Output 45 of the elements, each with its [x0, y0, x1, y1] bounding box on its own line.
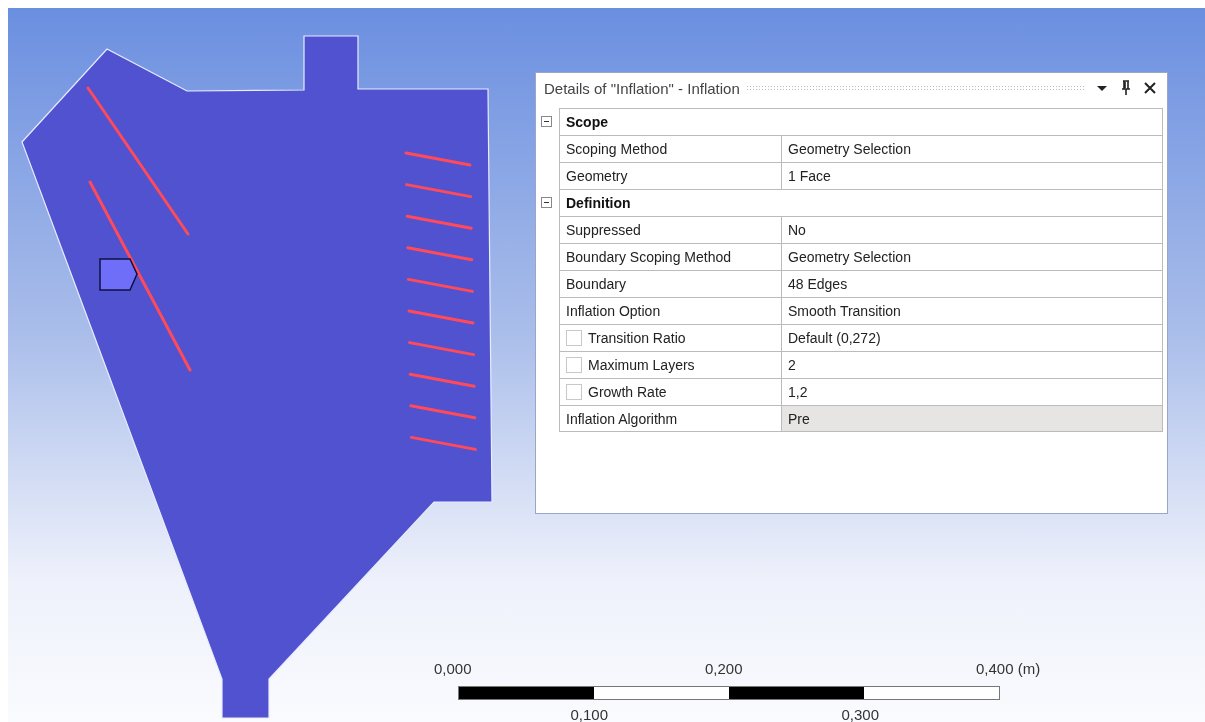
edge-line [404, 151, 472, 167]
scale-label: 0,400 (m) [976, 660, 1041, 677]
edge-line [406, 246, 474, 262]
pin-icon[interactable] [1119, 80, 1133, 96]
close-icon[interactable] [1143, 81, 1157, 95]
property-value: Geometry Selection [781, 135, 1163, 162]
edge-line [408, 372, 476, 388]
property-value: No [781, 216, 1163, 243]
property-value: 1 Face [781, 162, 1163, 189]
edge-line [405, 214, 473, 230]
scale-label: 0,300 [841, 706, 880, 722]
scale-label: 0,000 [434, 660, 472, 677]
edge-line [405, 183, 473, 199]
checkbox[interactable] [566, 330, 582, 346]
edge-line [407, 309, 475, 325]
collapse-icon[interactable] [541, 197, 552, 208]
property-value: Default (0,272) [781, 324, 1163, 351]
edge-line [408, 341, 476, 357]
scale-label: 0,100 [570, 706, 609, 722]
property-name: Inflation Algorithm [559, 405, 781, 432]
property-name: Geometry [559, 162, 781, 189]
property-value: Pre [781, 405, 1163, 432]
property-name: Suppressed [559, 216, 781, 243]
property-name: Boundary [559, 270, 781, 297]
collapse-icon[interactable] [541, 116, 552, 127]
property-name: Scoping Method [559, 135, 781, 162]
section-header: Scope [559, 108, 1163, 135]
scale-label: 0,200 [705, 660, 743, 677]
checkbox[interactable] [566, 384, 582, 400]
property-value: Smooth Transition [781, 297, 1163, 324]
property-name: Maximum Layers [559, 351, 781, 378]
checkbox[interactable] [566, 357, 582, 373]
edge-line [409, 404, 477, 420]
panel-title: Details of "Inflation" - Inflation [544, 79, 740, 97]
property-value: Geometry Selection [781, 243, 1163, 270]
property-name: Inflation Option [559, 297, 781, 324]
pentagon-marker [99, 258, 138, 291]
property-name: Transition Ratio [559, 324, 781, 351]
property-name: Growth Rate [559, 378, 781, 405]
edge-line [406, 277, 474, 293]
edge-line [409, 435, 477, 451]
section-header: Definition [559, 189, 1163, 216]
property-value: 48 Edges [781, 270, 1163, 297]
property-name: Boundary Scoping Method [559, 243, 781, 270]
property-value: 2 [781, 351, 1163, 378]
